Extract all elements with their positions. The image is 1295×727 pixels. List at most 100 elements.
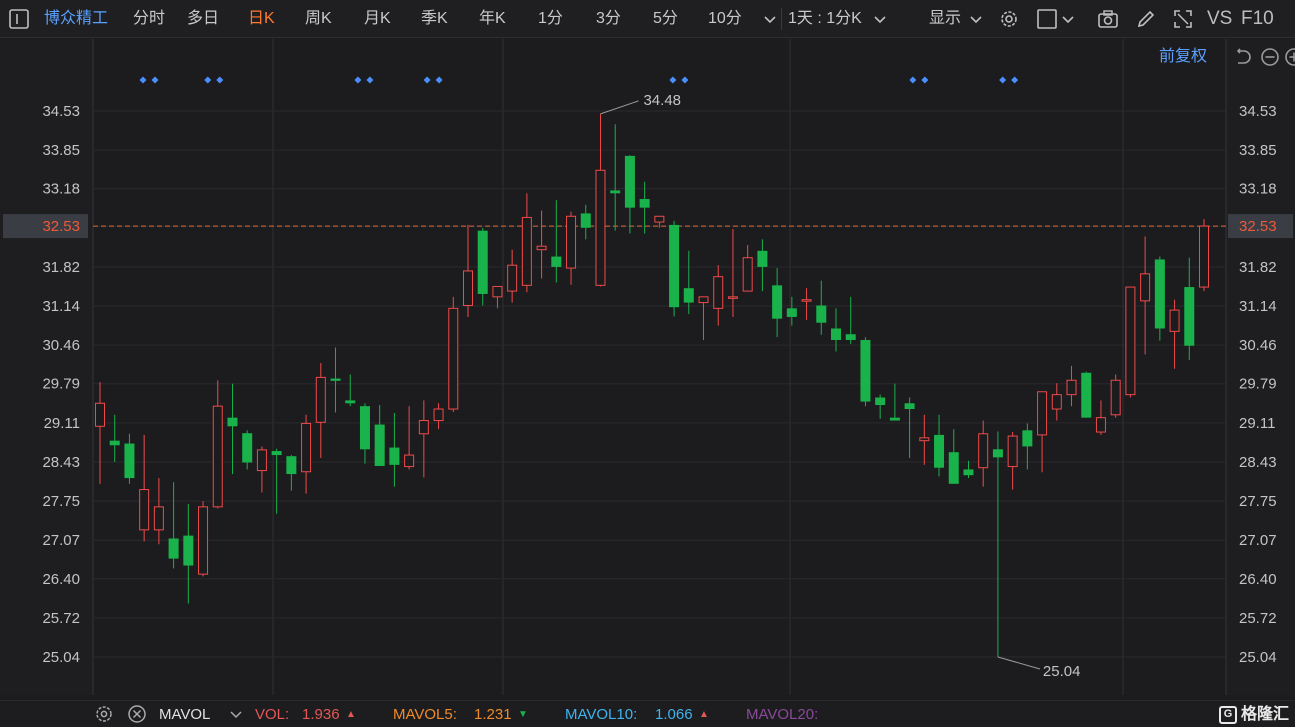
y-tick-label-left: 29.11: [44, 415, 80, 432]
y-tick-label-right: 33.85: [1239, 142, 1277, 159]
candle-body-down: [757, 250, 768, 267]
candle-body-down: [1154, 259, 1165, 329]
candle-body-down: [1184, 287, 1195, 346]
y-tick-label-left: 25.72: [42, 610, 80, 627]
candle-body-down: [242, 433, 253, 463]
candle-body-up: [1007, 435, 1018, 468]
candle-body-up: [301, 422, 312, 473]
candle-body-down: [1022, 430, 1033, 447]
candle-body-down: [551, 256, 562, 267]
chevron-down-icon[interactable]: [759, 8, 781, 30]
candle-body-up: [1140, 273, 1151, 302]
candle-body-down: [831, 328, 841, 340]
y-tick-label-left: 30.46: [42, 337, 80, 354]
candle-body-up: [1066, 379, 1077, 396]
gear-icon[interactable]: [998, 8, 1020, 30]
tab-niank[interactable]: 年K: [479, 0, 506, 38]
menu-icon[interactable]: [8, 8, 30, 30]
candle-body-up: [256, 449, 267, 472]
candle-body-up: [536, 245, 547, 251]
indicator-name[interactable]: MAVOL: [159, 701, 210, 727]
settings-icon[interactable]: [94, 704, 114, 724]
tab-3fen[interactable]: 3分: [596, 0, 621, 38]
camera-icon[interactable]: [1097, 8, 1119, 30]
tab-10fen[interactable]: 10分: [708, 0, 742, 38]
f10-button[interactable]: F10: [1241, 0, 1274, 38]
tab-5fen[interactable]: 5分: [653, 0, 678, 38]
kline-chart-svg: 34.53 34.53 33.85 33.85 33.18 33.18 32.53 32.53…: [0, 39, 1295, 695]
vol-value: 1.936: [302, 706, 340, 723]
display-select[interactable]: 显示: [929, 0, 961, 38]
candle-body-down: [860, 339, 871, 402]
candle-body-up: [139, 489, 150, 531]
y-tick-label-right: 27.75: [1239, 493, 1277, 510]
square-icon[interactable]: [1036, 8, 1058, 30]
y-tick-label-right: 26.40: [1239, 571, 1277, 588]
candle-body-up: [418, 420, 429, 435]
tab-fenshi[interactable]: 分时: [133, 0, 165, 38]
candle-body-down: [992, 449, 1003, 458]
candle-body-up: [801, 299, 812, 302]
candle-body-down: [1081, 372, 1092, 418]
chevron-down-icon[interactable]: [226, 704, 246, 724]
candle-body-up: [1110, 379, 1121, 416]
candle-body-up: [1095, 417, 1106, 433]
y-tick-label-left: 28.43: [42, 454, 80, 471]
reset-icon[interactable]: [1232, 47, 1252, 67]
logo-text: 格隆汇: [1240, 706, 1289, 723]
zoom-in-icon[interactable]: [1284, 47, 1295, 67]
toolbar: 博众精工 分时 多日 日K 周K 月K 季K 年K 1分 3分 5分 10分 1…: [0, 0, 1295, 38]
y-tick-label-left: 26.40: [42, 571, 80, 588]
candle-body-up: [978, 433, 989, 469]
event-marker-icon: [669, 76, 677, 84]
candle-body-down: [624, 155, 635, 208]
brand-logo: G 格隆汇: [1218, 701, 1289, 727]
candle-body-down: [772, 285, 783, 319]
tab-zhouk[interactable]: 周K: [305, 0, 332, 38]
multi-period-select[interactable]: 1天 : 1分K: [788, 0, 862, 38]
adjust-select[interactable]: 前复权: [1159, 39, 1207, 75]
y-tick-label-left: 33.18: [42, 181, 80, 198]
event-marker-icon: [423, 76, 431, 84]
candle-body-up: [463, 270, 473, 306]
min-leader-line: [997, 656, 1041, 670]
candle-body-down: [124, 443, 135, 479]
zoom-out-icon[interactable]: [1260, 47, 1280, 67]
tab-duori[interactable]: 多日: [187, 0, 219, 38]
tab-1fen[interactable]: 1分: [538, 0, 563, 38]
candle-body-down: [786, 308, 797, 317]
y-tick-label-right: 29.79: [1239, 376, 1277, 393]
y-tick-label-right: 31.82: [1239, 259, 1277, 276]
candle-body-down: [948, 452, 959, 484]
event-marker-icon: [216, 76, 224, 84]
chevron-down-icon[interactable]: [1057, 8, 1079, 30]
event-marker-icon: [681, 76, 689, 84]
candle-body-down: [934, 434, 945, 468]
y-tick-label-left: 34.53: [42, 103, 80, 120]
candle-body-up: [95, 402, 105, 427]
y-tick-label-right: 34.53: [1239, 103, 1277, 120]
candle-body-up: [492, 285, 503, 298]
down-arrow-icon: ▼: [518, 709, 528, 720]
tab-jik[interactable]: 季K: [421, 0, 448, 38]
mavol5-label: MAVOL5:: [393, 706, 457, 723]
candle-body-up: [212, 405, 223, 508]
kline-chart[interactable]: 34.53 34.53 33.85 33.85 33.18 33.18 32.53 32.53…: [0, 39, 1295, 695]
chevron-down-icon[interactable]: [869, 8, 891, 30]
tab-yuek[interactable]: 月K: [364, 0, 391, 38]
tab-rik[interactable]: 日K: [248, 0, 275, 38]
fullscreen-icon[interactable]: [1172, 8, 1194, 30]
candle-body-down: [286, 456, 297, 475]
candle-body-up: [919, 437, 930, 442]
close-icon[interactable]: [127, 704, 147, 724]
chevron-down-icon[interactable]: [965, 8, 987, 30]
pencil-icon[interactable]: [1135, 8, 1157, 30]
vs-button[interactable]: VS: [1207, 0, 1232, 38]
min-price-label: 25.04: [1043, 663, 1081, 680]
candle-body-up: [153, 506, 164, 531]
divider: [781, 8, 782, 30]
event-marker-icon: [909, 76, 917, 84]
stock-name[interactable]: 博众精工: [44, 0, 108, 38]
candle-body-up: [727, 296, 738, 299]
y-tick-label-left: 25.04: [42, 649, 80, 666]
